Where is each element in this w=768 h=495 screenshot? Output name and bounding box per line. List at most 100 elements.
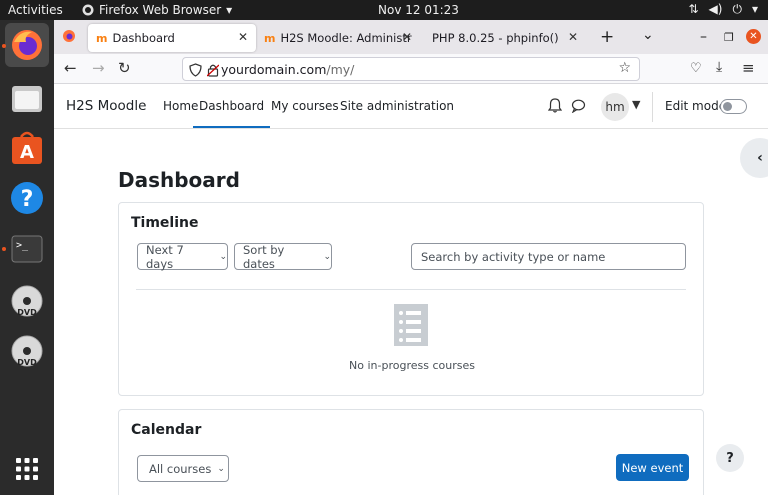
user-avatar[interactable]: hm (601, 93, 629, 121)
dock: A ? >_ DVD DVD (0, 20, 54, 495)
main-content: ‹ Dashboard Timeline Next 7 days ⌄ Sort … (54, 130, 768, 495)
firefox-icon (12, 30, 42, 60)
chevron-down-icon: ⌄ (323, 251, 331, 262)
moodle-navbar: H2S Moodle Home Dashboard My courses Sit… (54, 84, 768, 129)
dvd-icon: DVD (11, 335, 43, 367)
help-button[interactable]: ? (716, 444, 744, 472)
app-grid-icon (16, 458, 38, 480)
tab-title: H2S Moodle: Administrat (280, 31, 413, 45)
app-menu[interactable]: Firefox Web Browser ▾ (82, 3, 232, 17)
dropdown-label: All courses (149, 461, 212, 476)
svg-text:DVD: DVD (17, 308, 37, 317)
close-tab-icon[interactable]: ✕ (568, 30, 578, 44)
dock-firefox[interactable] (5, 23, 49, 67)
chevron-down-icon: ⌄ (219, 251, 227, 262)
downloads-icon[interactable]: ⤓ (716, 59, 722, 75)
new-tab-icon[interactable]: + (600, 27, 614, 47)
activities-button[interactable]: Activities (8, 3, 63, 17)
moodle-favicon-icon: m (96, 31, 108, 45)
chevron-down-icon[interactable]: ▼ (632, 98, 640, 111)
header-divider (652, 92, 653, 122)
empty-list-icon (394, 304, 428, 346)
new-event-button[interactable]: New event (616, 454, 689, 481)
dropdown-label: Sort by dates (243, 242, 285, 271)
tab-title: PHP 8.0.25 - phpinfo() (432, 31, 559, 45)
nav-site-administration[interactable]: Site administration (340, 99, 454, 113)
close-window-icon[interactable]: ✕ (746, 29, 761, 44)
maximize-icon[interactable]: ❐ (724, 31, 734, 44)
toggle-knob (723, 102, 732, 111)
system-top-bar: Activities Firefox Web Browser ▾ Nov 12 … (0, 0, 768, 20)
svg-text:A: A (20, 142, 34, 163)
list-tabs-icon[interactable]: ⌄ (642, 27, 654, 43)
terminal-icon: >_ (11, 235, 43, 263)
timeline-sort-dropdown[interactable]: Sort by dates ⌄ (234, 242, 332, 271)
svg-text:>_: >_ (16, 240, 29, 251)
chevron-down-icon: ▾ (226, 3, 233, 17)
site-brand[interactable]: H2S Moodle (66, 98, 146, 114)
app-menu-label: Firefox Web Browser (99, 3, 222, 17)
notification-bell-icon[interactable] (548, 98, 562, 113)
tab-moodle-admin[interactable]: m H2S Moodle: Administrat ✕ (256, 24, 420, 52)
tab-title: Dashboard (112, 31, 175, 45)
tab-phpinfo[interactable]: PHP 8.0.25 - phpinfo() ✕ (422, 24, 586, 52)
close-tab-icon[interactable]: ✕ (402, 30, 412, 44)
clock[interactable]: Nov 12 01:23 (378, 3, 459, 17)
moodle-favicon-icon: m (264, 31, 276, 45)
reload-icon[interactable]: ↻ (118, 59, 131, 77)
pocket-icon[interactable]: ♡ (690, 61, 702, 76)
minimize-icon[interactable]: – (700, 29, 707, 45)
url-bar[interactable]: yourdomain.com/my/ ☆ (182, 57, 640, 81)
dock-app-grid[interactable] (5, 447, 49, 491)
help-icon: ? (11, 182, 43, 214)
lock-icon (207, 64, 219, 77)
nav-my-courses[interactable]: My courses (271, 99, 339, 113)
svg-text:?: ? (21, 187, 34, 212)
messages-icon[interactable] (571, 99, 586, 113)
dvd-icon: DVD (11, 285, 43, 317)
dock-files[interactable] (5, 76, 49, 120)
dock-software[interactable]: A (5, 126, 49, 170)
power-icon: ⏻ (732, 2, 742, 16)
chevron-down-icon: ▾ (751, 2, 758, 16)
running-indicator (2, 44, 6, 48)
bookmark-star-icon[interactable]: ☆ (618, 60, 631, 76)
dock-help[interactable]: ? (5, 176, 49, 220)
dropdown-label: Next 7 days (146, 242, 184, 271)
edit-mode-label: Edit mode (665, 99, 727, 113)
firefox-view-icon[interactable] (62, 29, 76, 43)
timeline-search-input[interactable]: Search by activity type or name (411, 243, 686, 270)
network-icon: ⇅ (688, 2, 699, 16)
svg-text:DVD: DVD (17, 358, 37, 367)
empty-state-message: No in-progress courses (349, 359, 475, 372)
calendar-course-filter[interactable]: All courses ⌄ (137, 455, 229, 482)
software-center-icon: A (12, 131, 42, 164)
shield-icon (189, 63, 202, 77)
dock-terminal[interactable]: >_ (5, 227, 49, 271)
edit-mode-toggle[interactable] (720, 99, 747, 114)
calendar-card: Calendar All courses ⌄ New event (118, 409, 704, 495)
calendar-title: Calendar (131, 422, 202, 438)
forward-arrow-icon[interactable]: → (92, 59, 105, 77)
search-placeholder: Search by activity type or name (421, 249, 606, 264)
open-block-drawer-button[interactable]: ‹ (740, 138, 768, 178)
back-arrow-icon[interactable]: ← (64, 59, 77, 77)
url-text: yourdomain.com/my/ (221, 61, 355, 77)
close-tab-icon[interactable]: ✕ (238, 30, 248, 44)
tab-dashboard[interactable]: m Dashboard ✕ (88, 24, 256, 52)
nav-dashboard[interactable]: Dashboard (193, 99, 271, 128)
timeline-title: Timeline (131, 215, 199, 231)
system-tray[interactable]: ⇅ ◀) ⏻ ▾ (688, 2, 758, 17)
firefox-small-icon (82, 4, 94, 16)
dock-dvd-1[interactable]: DVD (5, 279, 49, 323)
chevron-left-icon: ‹ (757, 150, 763, 166)
page-title: Dashboard (118, 168, 240, 192)
dock-dvd-2[interactable]: DVD (5, 329, 49, 373)
timeline-card: Timeline Next 7 days ⌄ Sort by dates ⌄ S… (118, 202, 704, 396)
timeline-date-filter[interactable]: Next 7 days ⌄ (137, 242, 228, 271)
files-icon (12, 86, 42, 112)
running-indicator (2, 247, 6, 251)
tab-strip: m Dashboard ✕ m H2S Moodle: Administrat … (54, 20, 768, 54)
divider (136, 289, 686, 290)
menu-icon[interactable]: ≡ (742, 59, 755, 77)
